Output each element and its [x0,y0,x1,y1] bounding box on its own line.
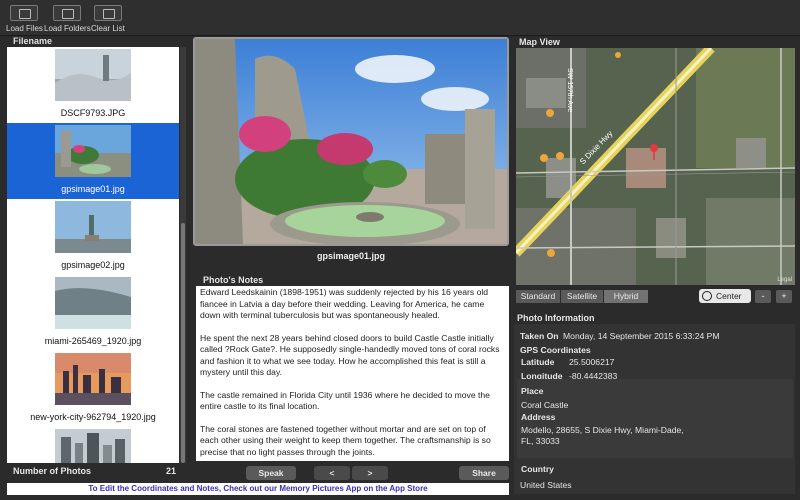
street-label: SW 157th Ave [566,68,573,113]
map-legal-link[interactable]: Legal [777,277,792,283]
photo-information-title: Photo Information [517,313,595,323]
photo-thumbnail [55,49,131,101]
photo-image [195,39,507,244]
file-name: new-york-city-962794_1920.jpg [30,412,156,422]
load-folders-label: Load Folders [44,24,91,33]
place-value: Coral Castle [521,400,569,410]
photo-filename-caption: gpsimage01.jpg [316,251,386,261]
toolbar: Load Files Load Folders Clear List [0,0,800,36]
file-list-item[interactable]: gpsimage01.jpg [7,123,179,199]
next-photo-button[interactable]: > [352,466,388,480]
address-line-2: FL, 33033 [521,436,560,446]
folder-image-icon [53,5,82,21]
number-of-photos-value: 21 [166,466,177,476]
photo-thumbnail [55,201,131,253]
photo-thumbnail [55,353,131,405]
map-mode-standard[interactable]: Standard [516,290,560,303]
share-button[interactable]: Share [459,466,509,480]
country-value: United States [520,480,572,490]
map-view-title: Map View [519,37,560,47]
photo-thumbnail [55,429,131,463]
image-icon [10,5,39,21]
file-name: miami-265469_1920.jpg [44,336,142,346]
photo-thumbnail [55,277,131,329]
previous-photo-button[interactable]: < [314,466,350,480]
gps-coordinates-label: GPS Coordinates [520,345,591,355]
load-files-label: Load Files [6,24,43,33]
clear-list-label: Clear List [91,24,125,33]
load-files-button[interactable]: Load Files [6,5,43,33]
load-folders-button[interactable]: Load Folders [44,5,91,33]
notes-paragraph: He spent the next 28 years behind closed… [200,332,500,378]
taken-on-value: Monday, 14 September 2015 6:33:24 PM [563,331,720,341]
file-list-item[interactable]: gpsimage02.jpg [7,199,179,275]
notes-title: Photo's Notes [203,275,264,285]
file-list-item[interactable] [7,427,179,463]
map-mode-hybrid[interactable]: Hybrid [604,290,648,303]
zoom-out-button[interactable]: - [755,290,771,303]
center-map-button[interactable]: Center [699,289,751,303]
notes-paragraph: Edward Leedskainin (1898-1951) was sudde… [200,287,489,320]
clear-icon [93,5,122,21]
scrollbar-thumb[interactable] [181,223,185,463]
zoom-in-button[interactable]: + [776,290,792,303]
latitude-label: Latitude [521,357,555,367]
address-line-1: Modello, 28655, S Dixie Hwy, Miami-Dade, [521,425,684,435]
speak-button[interactable]: Speak [246,466,296,480]
file-list-scrollbar[interactable] [180,47,186,463]
photo-thumbnail [55,125,131,177]
taken-on-label: Taken On [520,331,559,341]
number-of-photos-label: Number of Photos [13,466,91,476]
file-list-item[interactable]: new-york-city-962794_1920.jpg [7,351,179,427]
file-name: gpsimage02.jpg [61,260,125,270]
crosshair-icon [702,291,712,301]
file-name: gpsimage01.jpg [61,184,125,194]
place-label: Place [521,386,544,396]
notes-paragraph: The coral stones are fastened together w… [200,423,491,457]
file-list[interactable]: DSCF9793.JPG gpsimage01.jpg gpsimage02.j… [7,47,179,463]
file-list-header: Filename [0,36,187,47]
file-list-item[interactable]: miami-265469_1920.jpg [7,275,179,351]
country-label: Country [521,464,554,474]
map-view[interactable]: SW 157th Ave S Dixie Hwy Legal [516,48,795,285]
address-label: Address [521,412,556,422]
satellite-map [516,48,795,285]
latitude-value: 25.5006217 [569,357,615,367]
map-mode-satellite[interactable]: Satellite [561,290,603,303]
app-store-promo-banner[interactable]: To Edit the Coordinates and Notes, Check… [7,483,509,495]
notes-textarea[interactable]: Edward Leedskainin (1898-1951) was sudde… [196,286,509,461]
file-list-item[interactable]: DSCF9793.JPG [7,47,179,123]
filename-column-header[interactable]: Filename [13,36,52,46]
clear-list-button[interactable]: Clear List [91,5,125,33]
center-label: Center [716,291,742,301]
place-panel [517,379,793,458]
file-name: DSCF9793.JPG [60,108,126,118]
notes-paragraph: The castle remained in Florida City unti… [200,389,490,412]
photo-preview [193,37,509,246]
